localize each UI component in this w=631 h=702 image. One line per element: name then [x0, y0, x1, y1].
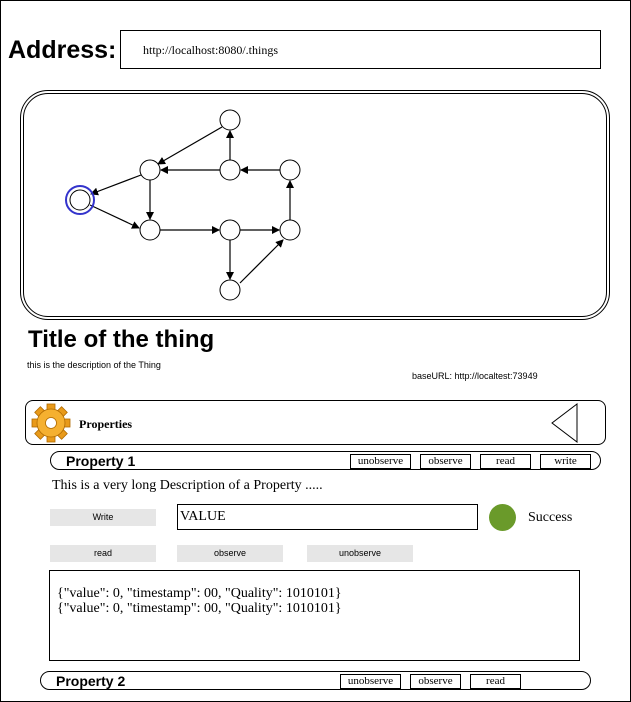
- address-input[interactable]: http://localhost:8080/.things: [120, 30, 601, 69]
- status-indicator: [489, 504, 516, 531]
- triangle-left-icon[interactable]: [551, 403, 579, 443]
- gear-icon: [31, 403, 71, 443]
- thing-description: this is the description of the Thing: [27, 360, 161, 370]
- properties-label: Properties: [79, 417, 133, 431]
- property-1-read-button[interactable]: read: [480, 454, 531, 469]
- unobserve-button[interactable]: unobserve: [307, 545, 413, 562]
- property-2-read-button[interactable]: read: [470, 674, 521, 689]
- property-1-description: This is a very long Description of a Pro…: [52, 478, 323, 493]
- read-button[interactable]: read: [50, 545, 156, 562]
- property-1-observe-button[interactable]: observe: [420, 454, 471, 469]
- base-url: baseURL: http://localtest:73949: [412, 371, 538, 381]
- property-1-title: Property 1: [66, 453, 136, 469]
- write-button[interactable]: Write: [50, 509, 156, 526]
- property-2-observe-button[interactable]: observe: [410, 674, 461, 689]
- log-line: {"value": 0, "timestamp": 00, "Quality":…: [57, 586, 342, 601]
- status-text: Success: [528, 510, 573, 525]
- property-1-unobserve-button[interactable]: unobserve: [350, 454, 411, 469]
- property-1-write-button[interactable]: write: [540, 454, 591, 469]
- thing-graph-inner: [23, 93, 607, 317]
- address-label: Address:: [8, 36, 117, 64]
- observe-button[interactable]: observe: [177, 545, 283, 562]
- property-2-title: Property 2: [56, 673, 126, 689]
- property-2-unobserve-button[interactable]: unobserve: [340, 674, 401, 689]
- log-line: {"value": 0, "timestamp": 00, "Quality":…: [57, 601, 342, 616]
- thing-title: Title of the thing: [28, 326, 215, 353]
- value-input[interactable]: VALUE: [177, 504, 478, 530]
- property-1-log[interactable]: {"value": 0, "timestamp": 00, "Quality":…: [49, 570, 580, 661]
